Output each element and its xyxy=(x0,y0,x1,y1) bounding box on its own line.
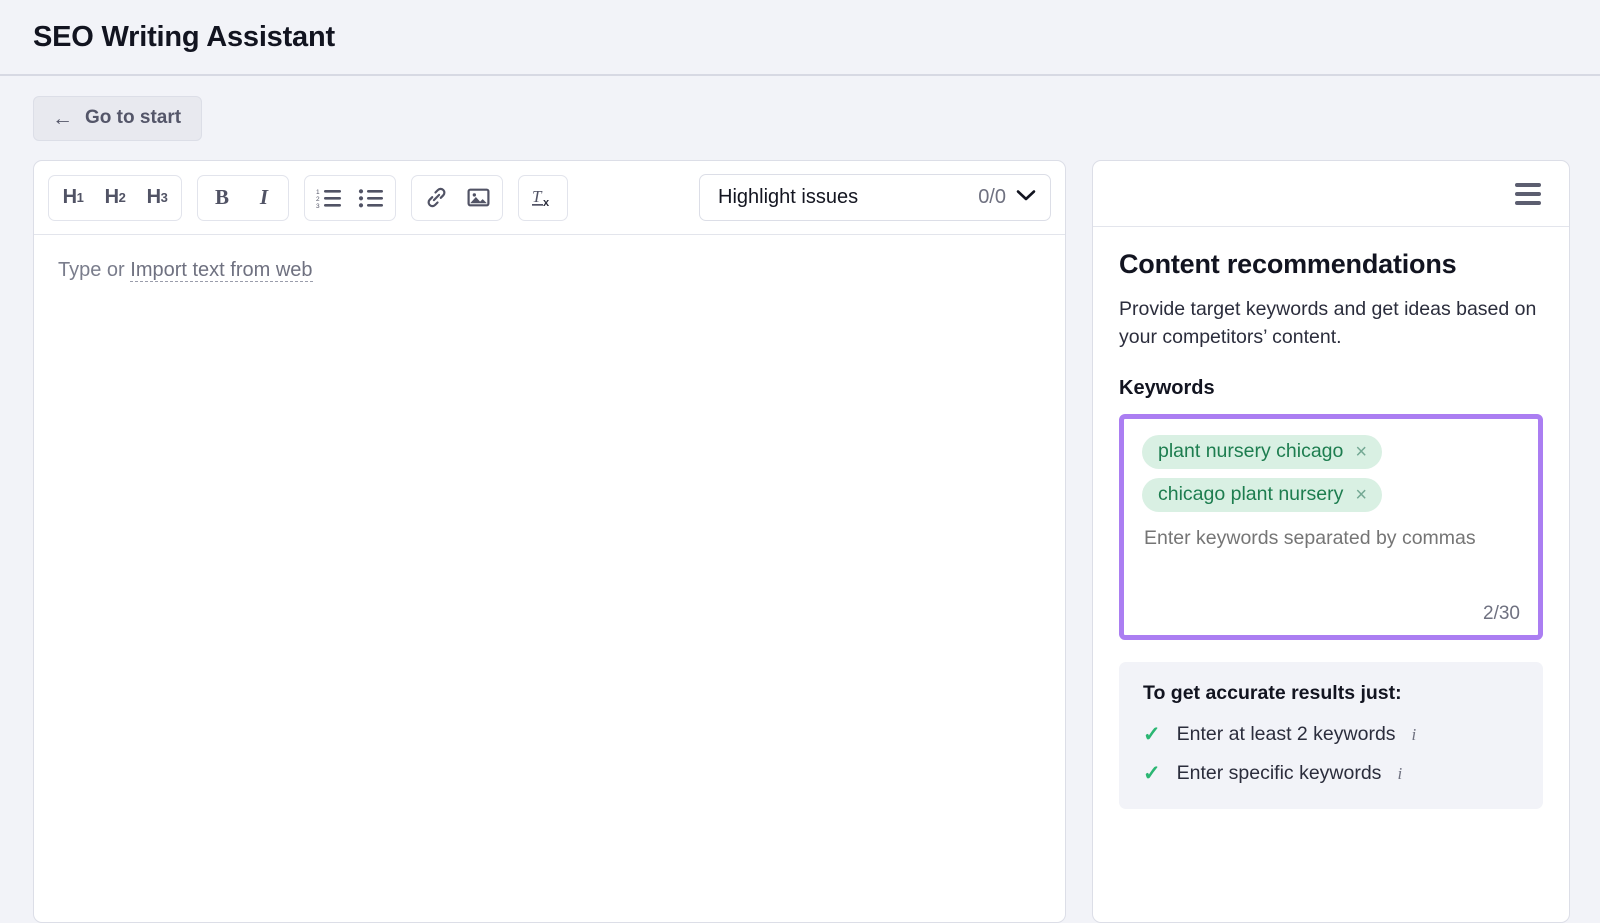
page-header: SEO Writing Assistant xyxy=(0,0,1600,76)
highlight-issues-dropdown[interactable]: Highlight issues 0/0 xyxy=(699,174,1051,221)
import-text-from-web-link[interactable]: Import text from web xyxy=(130,259,312,282)
heading-3-label: H xyxy=(147,186,161,209)
accurate-results-tips-box: To get accurate results just: ✓ Enter at… xyxy=(1119,662,1543,809)
recommendations-panel-header xyxy=(1093,161,1569,227)
editor-placeholder: Type or Import text from web xyxy=(58,259,1065,282)
tip-item: ✓ Enter at least 2 keywords i xyxy=(1143,723,1519,746)
page-title: SEO Writing Assistant xyxy=(33,21,335,54)
svg-text:T: T xyxy=(532,187,543,206)
info-icon[interactable]: i xyxy=(1412,725,1417,745)
heading-2-button[interactable]: H2 xyxy=(94,178,136,218)
hamburger-bar xyxy=(1515,192,1541,196)
chevron-down-icon xyxy=(1016,189,1036,207)
keyword-tag: plant nursery chicago × xyxy=(1142,435,1382,469)
keywords-input-box[interactable]: plant nursery chicago × chicago plant nu… xyxy=(1119,414,1543,640)
keyword-tag: chicago plant nursery × xyxy=(1142,478,1382,512)
keyword-tag-label: plant nursery chicago xyxy=(1158,440,1343,463)
go-to-start-button[interactable]: ← Go to start xyxy=(33,96,202,141)
tip-label: Enter specific keywords xyxy=(1177,762,1382,785)
heading-2-sub: 2 xyxy=(119,190,126,205)
tip-label: Enter at least 2 keywords xyxy=(1177,723,1396,746)
keywords-input[interactable] xyxy=(1142,526,1524,551)
keyword-tag-label: chicago plant nursery xyxy=(1158,483,1343,506)
editor-placeholder-prefix: Type or xyxy=(58,259,130,281)
content-recommendations-panel: Content recommendations Provide target k… xyxy=(1092,160,1570,923)
ordered-list-icon: 1 2 3 xyxy=(316,187,342,209)
keywords-counter: 2/30 xyxy=(1142,603,1524,625)
hamburger-bar xyxy=(1515,201,1541,205)
image-button[interactable] xyxy=(457,178,499,218)
list-tool-group: 1 2 3 xyxy=(304,175,396,221)
recommendations-description: Provide target keywords and get ideas ba… xyxy=(1119,296,1543,351)
heading-2-label: H xyxy=(105,186,119,209)
ordered-list-button[interactable]: 1 2 3 xyxy=(308,178,350,218)
check-icon: ✓ xyxy=(1143,724,1161,745)
highlight-issues-label: Highlight issues xyxy=(718,186,858,209)
text-style-tool-group: B I xyxy=(197,175,289,221)
svg-text:x: x xyxy=(543,197,550,209)
go-to-start-label: Go to start xyxy=(85,107,181,129)
insert-tool-group xyxy=(411,175,503,221)
sub-toolbar: ← Go to start xyxy=(0,76,1600,160)
editor-panel: H1 H2 H3 B I 1 2 3 xyxy=(33,160,1066,923)
clear-formatting-icon: T x xyxy=(530,185,557,211)
heading-1-label: H xyxy=(63,186,77,209)
keyword-tag-list: plant nursery chicago × chicago plant nu… xyxy=(1142,435,1524,512)
italic-button[interactable]: I xyxy=(243,178,285,218)
svg-text:3: 3 xyxy=(316,203,320,209)
heading-1-button[interactable]: H1 xyxy=(52,178,94,218)
editor-toolbar: H1 H2 H3 B I 1 2 3 xyxy=(34,161,1065,235)
heading-tool-group: H1 H2 H3 xyxy=(48,175,182,221)
bold-button[interactable]: B xyxy=(201,178,243,218)
recommendations-title: Content recommendations xyxy=(1119,249,1543,280)
remove-keyword-icon[interactable]: × xyxy=(1355,442,1367,462)
tip-item: ✓ Enter specific keywords i xyxy=(1143,762,1519,785)
heading-3-sub: 3 xyxy=(161,190,168,205)
hamburger-bar xyxy=(1515,183,1541,187)
image-icon xyxy=(466,185,491,210)
remove-keyword-icon[interactable]: × xyxy=(1355,485,1367,505)
heading-1-sub: 1 xyxy=(77,190,84,205)
editor-text-area[interactable]: Type or Import text from web xyxy=(34,235,1065,922)
recommendations-body: Content recommendations Provide target k… xyxy=(1093,227,1569,922)
link-button[interactable] xyxy=(415,178,457,218)
hamburger-menu-icon[interactable] xyxy=(1509,177,1547,211)
clear-formatting-button[interactable]: T x xyxy=(522,178,564,218)
main-content: H1 H2 H3 B I 1 2 3 xyxy=(0,160,1600,923)
highlight-issues-count: 0/0 xyxy=(978,186,1006,209)
svg-text:1: 1 xyxy=(316,189,320,196)
tips-title: To get accurate results just: xyxy=(1143,682,1519,705)
check-icon: ✓ xyxy=(1143,763,1161,784)
info-icon[interactable]: i xyxy=(1397,764,1402,784)
bullet-list-icon xyxy=(358,187,384,209)
clear-format-tool-group: T x xyxy=(518,175,568,221)
heading-3-button[interactable]: H3 xyxy=(136,178,178,218)
keywords-heading: Keywords xyxy=(1119,377,1543,400)
bullet-list-button[interactable] xyxy=(350,178,392,218)
svg-text:2: 2 xyxy=(316,196,320,203)
arrow-left-icon: ← xyxy=(52,108,73,129)
link-icon xyxy=(424,185,449,210)
